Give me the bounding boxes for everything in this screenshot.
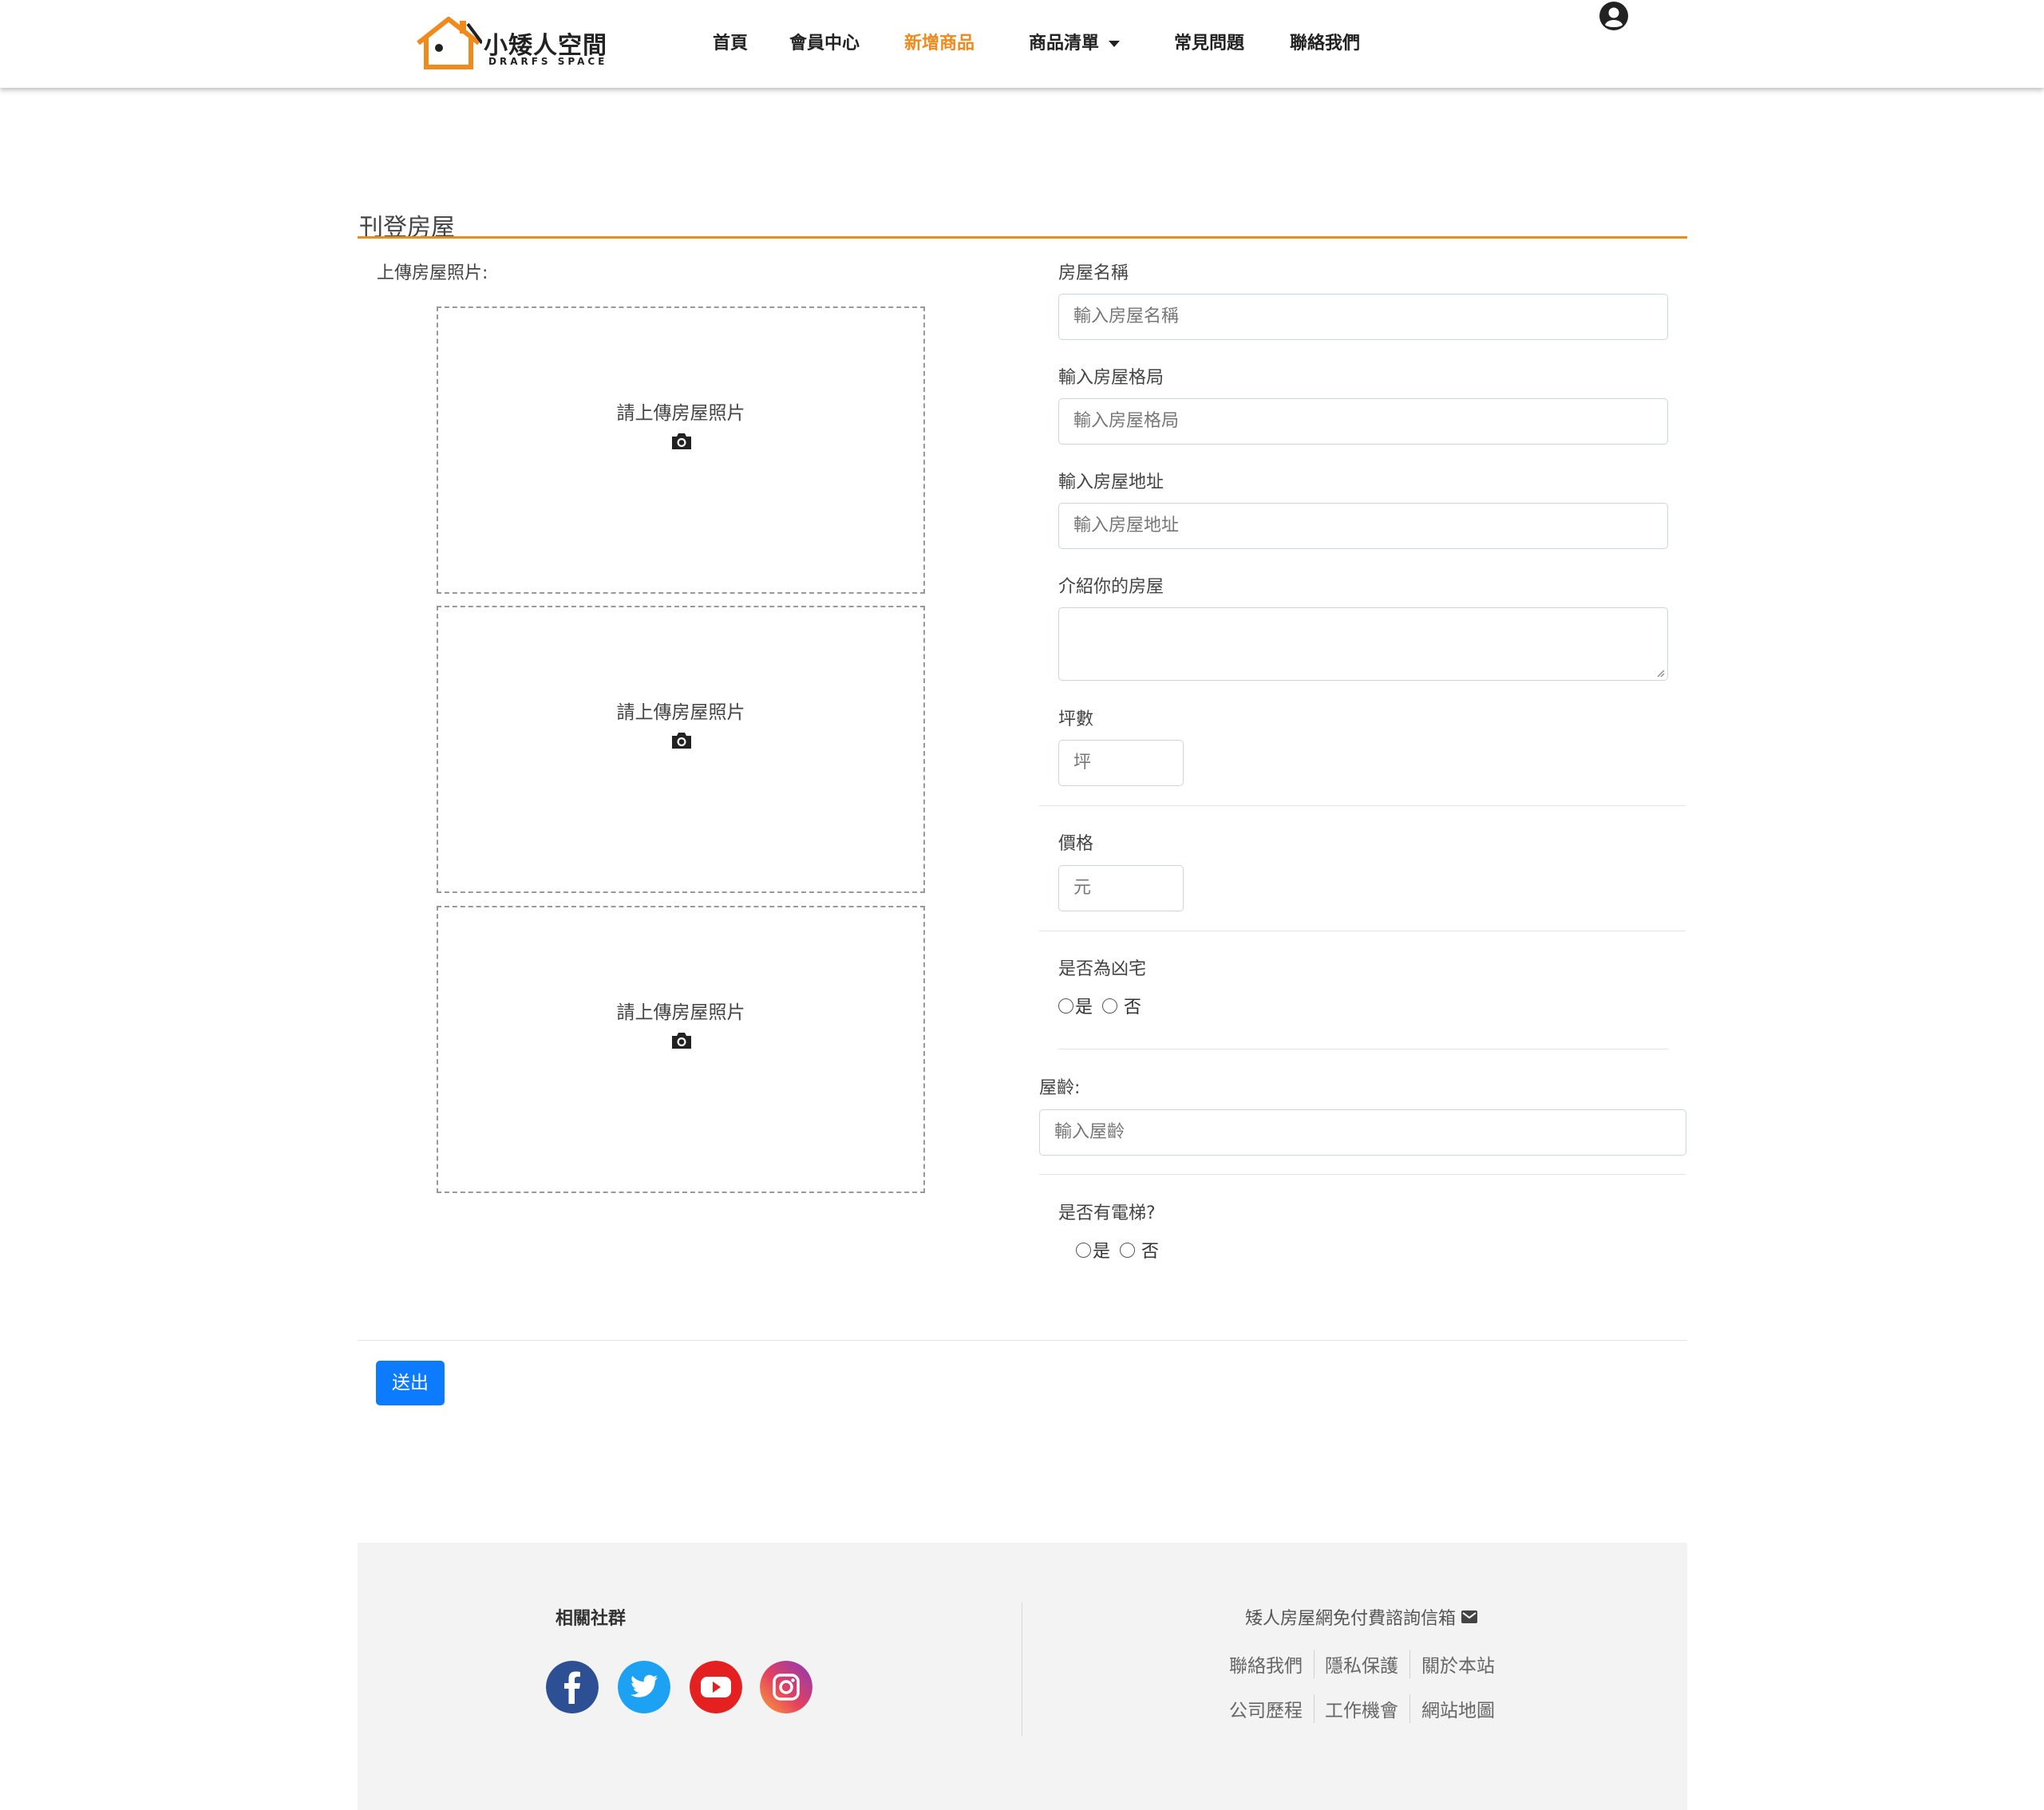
footer-link-jobs[interactable]: 工作機會 (1325, 1695, 1398, 1722)
house-name-label: 房屋名稱 (1058, 263, 1129, 283)
price-input[interactable]: 元 (1058, 865, 1184, 911)
elevator-no-label: 否 (1141, 1242, 1160, 1262)
address-label: 輸入房屋地址 (1058, 472, 1164, 492)
footer-link-separator (1409, 1694, 1410, 1723)
navbar: 小矮人空間 DRARFS SPACE 首頁 會員中心 新增商品 商品清單 常見問… (0, 0, 2044, 88)
footer-link-contact[interactable]: 聯絡我們 (1229, 1650, 1303, 1678)
nav-member-center[interactable]: 會員中心 (789, 29, 860, 54)
footer-link-separator (1314, 1650, 1315, 1678)
upload-prompt: 請上傳房屋照片 (616, 702, 745, 723)
instagram-icon[interactable] (760, 1661, 812, 1713)
nav-home[interactable]: 首頁 (713, 29, 748, 54)
divider (358, 1340, 1687, 1341)
title-underline (358, 236, 1687, 239)
submit-button[interactable]: 送出 (376, 1361, 445, 1405)
brand-subtitle: DRARFS SPACE (488, 56, 608, 67)
elevator-no-radio[interactable] (1120, 1242, 1136, 1258)
youtube-icon[interactable] (690, 1661, 742, 1713)
house-name-input[interactable]: 輸入房屋名稱 (1058, 294, 1668, 340)
facebook-icon[interactable] (546, 1661, 599, 1713)
photo-upload-box-2[interactable]: 請上傳房屋照片 (437, 606, 925, 893)
layout-label: 輸入房屋格局 (1058, 368, 1164, 388)
photo-upload-box-3[interactable]: 請上傳房屋照片 (437, 906, 925, 1193)
upload-prompt: 請上傳房屋照片 (616, 1002, 745, 1023)
elevator-yes-radio[interactable] (1076, 1242, 1091, 1258)
nav-faq[interactable]: 常見問題 (1174, 29, 1244, 54)
upload-label: 上傳房屋照片: (377, 263, 488, 283)
area-input[interactable]: 坪 (1058, 740, 1184, 786)
brand-logo[interactable]: 小矮人空間 DRARFS SPACE (415, 14, 607, 72)
footer-link-separator (1314, 1694, 1315, 1723)
age-input[interactable]: 輸入屋齡 (1039, 1109, 1686, 1156)
footer-link-about[interactable]: 關於本站 (1421, 1650, 1495, 1678)
haunted-yes-radio[interactable] (1058, 998, 1073, 1014)
haunted-yes-label: 是 (1075, 998, 1093, 1018)
upload-prompt: 請上傳房屋照片 (616, 403, 745, 424)
age-label: 屋齡: (1039, 1078, 1081, 1098)
haunted-no-radio[interactable] (1102, 998, 1118, 1014)
footer: 相關社群 矮人房屋網免付費諮詢信箱 聯絡我們 隱私保護 關於本站 公司歷程 工作… (358, 1543, 1687, 1810)
footer-link-sitemap[interactable]: 網站地圖 (1421, 1695, 1495, 1722)
twitter-icon[interactable] (618, 1661, 670, 1713)
elevator-yes-label: 是 (1093, 1242, 1111, 1262)
nav-add-product[interactable]: 新增商品 (904, 29, 975, 54)
elevator-label: 是否有電梯? (1058, 1203, 1156, 1223)
camera-icon (672, 433, 691, 449)
user-circle-icon[interactable] (1599, 2, 1628, 30)
resize-handle-icon[interactable] (1655, 668, 1665, 678)
caret-down-icon (1109, 41, 1121, 47)
mail-contact-label: 矮人房屋網免付費諮詢信箱 (1245, 1609, 1457, 1629)
camera-icon (672, 1033, 691, 1049)
layout-input[interactable]: 輸入房屋格局 (1058, 398, 1668, 445)
price-label: 價格 (1058, 834, 1094, 854)
footer-link-history[interactable]: 公司歷程 (1229, 1695, 1303, 1722)
area-label: 坪數 (1058, 709, 1094, 729)
envelope-icon (1461, 1610, 1478, 1623)
nav-product-list[interactable]: 商品清單 (1029, 29, 1121, 54)
divider (1039, 805, 1686, 806)
intro-label: 介紹你的房屋 (1058, 577, 1164, 597)
photo-upload-box-1[interactable]: 請上傳房屋照片 (437, 306, 925, 594)
haunted-radio-group: 是 否 (1058, 993, 1141, 1018)
social-title: 相關社群 (555, 1609, 627, 1629)
intro-textarea[interactable] (1058, 607, 1668, 681)
divider (1039, 1174, 1686, 1175)
haunted-label: 是否為凶宅 (1058, 959, 1147, 979)
mail-contact[interactable]: 矮人房屋網免付費諮詢信箱 (1245, 1604, 1478, 1630)
elevator-radio-group: 是 否 (1076, 1237, 1159, 1263)
house-logo-icon (417, 17, 482, 69)
nav-contact[interactable]: 聯絡我們 (1290, 29, 1360, 54)
footer-link-privacy[interactable]: 隱私保護 (1325, 1650, 1398, 1678)
camera-icon (672, 733, 691, 749)
address-input[interactable]: 輸入房屋地址 (1058, 503, 1668, 549)
haunted-no-label: 否 (1124, 998, 1142, 1018)
footer-link-separator (1409, 1650, 1410, 1678)
nav-product-list-label: 商品清單 (1029, 34, 1100, 53)
